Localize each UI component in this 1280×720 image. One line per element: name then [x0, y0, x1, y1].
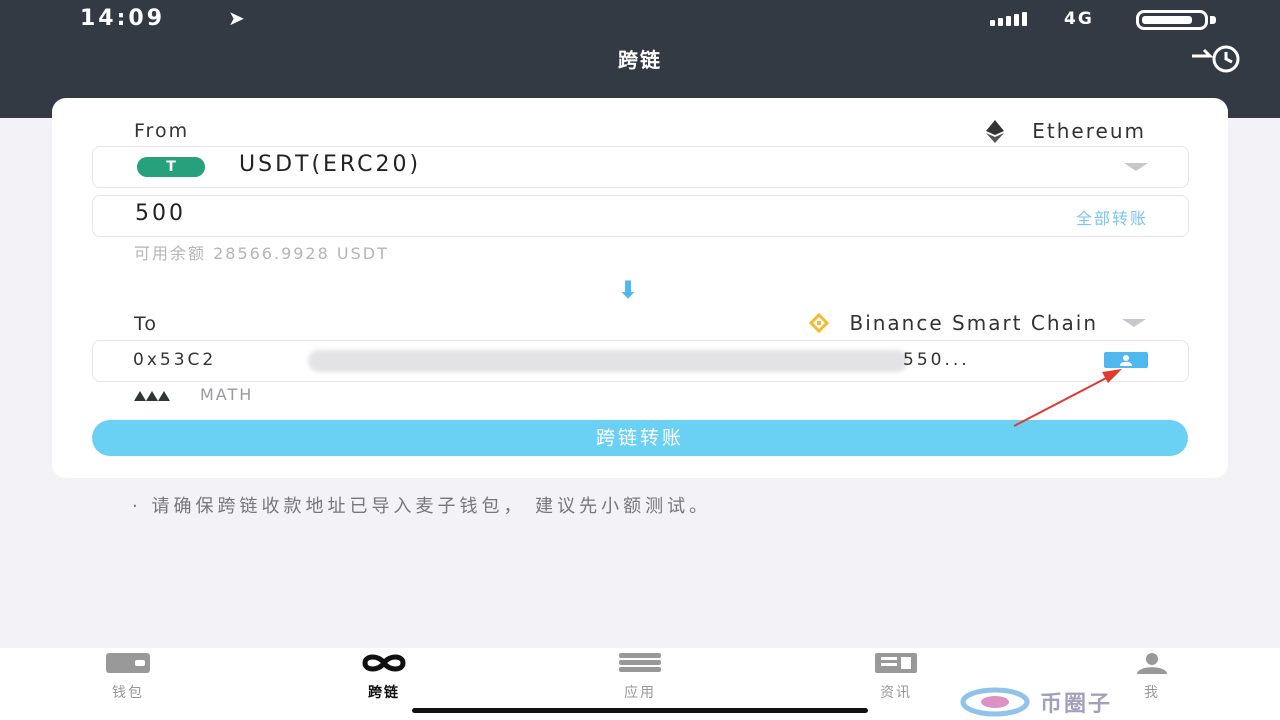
from-label: From: [134, 120, 190, 142]
location-icon: ➤: [228, 6, 245, 30]
ethereum-icon: [986, 120, 1005, 143]
tab-cross-chain[interactable]: 跨链: [304, 652, 464, 702]
profile-icon: [1137, 653, 1167, 674]
address-suffix: 550...: [903, 350, 970, 370]
tab-apps[interactable]: 应用: [560, 652, 720, 702]
battery-icon: [1136, 10, 1208, 30]
address-input[interactable]: 0x53C2 550...: [92, 340, 1189, 382]
transfer-all-button[interactable]: 全部转账: [1076, 205, 1148, 229]
address-redaction: [308, 350, 908, 372]
notice-text: · 请确保跨链收款地址已导入麦子钱包， 建议先小额测试。: [132, 496, 712, 517]
from-chain-selector[interactable]: Ethereum: [982, 118, 1146, 144]
chevron-down-icon: [1124, 163, 1148, 171]
tab-label: 应用: [624, 685, 656, 701]
signal-icon: [990, 12, 1048, 26]
status-time: 14:09: [80, 6, 166, 31]
from-chain-name: Ethereum: [1032, 119, 1146, 143]
tether-icon: T: [137, 157, 205, 177]
watermark-logo-icon: 币圈子: [1040, 692, 1113, 717]
watermark-logo-icon: [960, 687, 1030, 717]
tab-news[interactable]: 资讯: [816, 652, 976, 702]
chevron-down-icon: [1122, 319, 1146, 327]
to-chain-name: Binance Smart Chain: [849, 311, 1098, 335]
cross-chain-icon: [362, 654, 406, 672]
amount-input[interactable]: 500 全部转账: [92, 195, 1189, 237]
news-icon: [875, 653, 917, 673]
token-selector[interactable]: T USDT(ERC20): [92, 146, 1189, 188]
tab-label: 资讯: [880, 685, 912, 701]
available-balance: 可用余额 28566.9928 USDT: [134, 244, 389, 263]
to-chain-selector[interactable]: Binance Smart Chain: [809, 311, 1146, 335]
target-wallet: MATH: [132, 385, 253, 404]
amount-value: 500: [135, 201, 186, 226]
page-title: 跨链: [618, 48, 662, 72]
tab-label: 钱包: [112, 685, 144, 701]
address-book-icon[interactable]: [1104, 352, 1148, 368]
wallet-name: MATH: [200, 385, 254, 404]
home-indicator: [412, 708, 868, 713]
cross-chain-transfer-button[interactable]: 跨链转账: [92, 420, 1188, 456]
network-type: 4G: [1064, 9, 1094, 29]
binance-icon: [809, 313, 830, 333]
math-wallet-icon: [134, 390, 170, 401]
tab-wallet[interactable]: 钱包: [48, 652, 208, 702]
cross-chain-card: From Ethereum T USDT(ERC20) 500 全部转账 可用余…: [52, 98, 1228, 478]
token-name: USDT(ERC20): [239, 152, 422, 177]
tab-label: 跨链: [368, 685, 400, 701]
wallet-icon: [106, 653, 150, 673]
address-prefix: 0x53C2: [133, 350, 217, 370]
history-icon[interactable]: [1188, 44, 1254, 74]
apps-icon: [619, 653, 661, 672]
to-label: To: [134, 313, 159, 335]
arrow-down-icon: ⬇: [618, 276, 639, 304]
watermark: 币圈子: [960, 686, 1112, 718]
